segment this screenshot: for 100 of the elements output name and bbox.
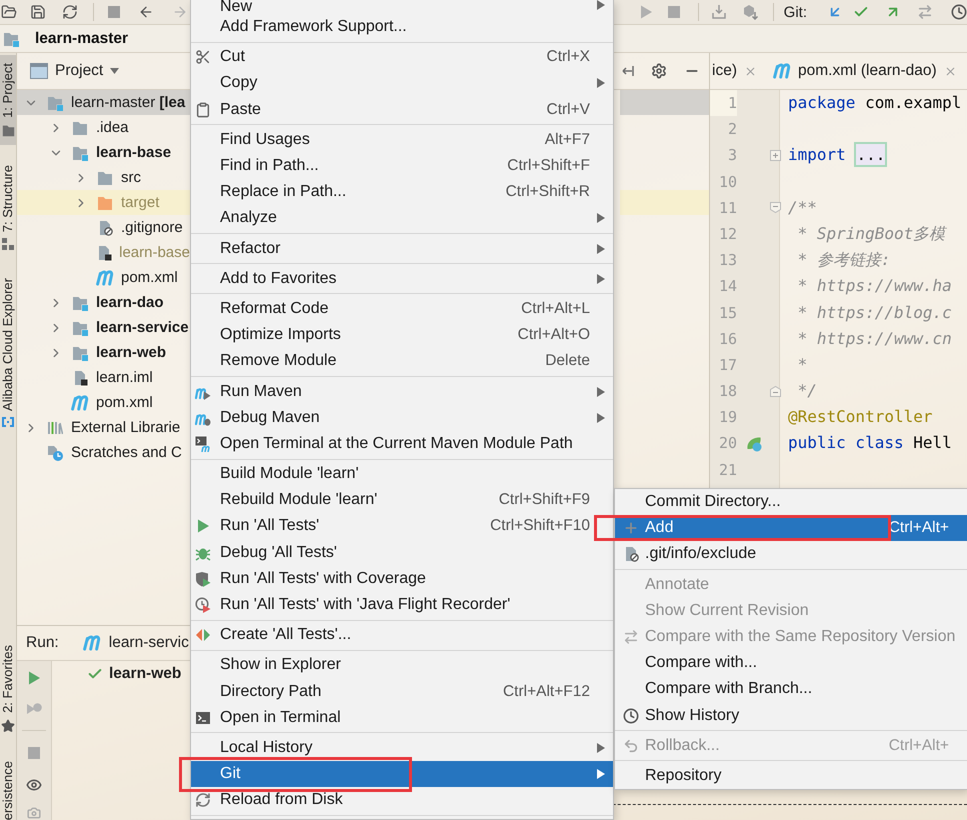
line-number: 13 bbox=[718, 250, 737, 272]
tree-item[interactable]: learn-service bbox=[17, 315, 190, 340]
tree-item[interactable]: Scratches and C bbox=[17, 440, 190, 465]
m-logo-icon bbox=[772, 62, 791, 80]
menu-item[interactable]: Rebuild Module 'learn' Ctrl+Shift+F9 bbox=[191, 487, 613, 514]
menu-item[interactable]: Find Usages Alt+F7 bbox=[191, 126, 613, 153]
clock-icon bbox=[623, 708, 639, 724]
module-folder-icon bbox=[47, 94, 63, 110]
view-selector[interactable]: Project bbox=[30, 62, 120, 80]
menu-item[interactable]: Show in Explorer bbox=[191, 652, 613, 678]
menu-item[interactable]: Remove Module Delete bbox=[191, 348, 613, 374]
menu-item[interactable]: New bbox=[191, 0, 613, 14]
clock-icon[interactable] bbox=[951, 4, 967, 20]
module-folder-icon bbox=[72, 144, 88, 160]
tray-arrow-icon[interactable] bbox=[710, 4, 727, 20]
breadcrumb-item[interactable]: learn-master bbox=[3, 30, 128, 48]
editor-tab[interactable]: pom.xml (learn-dao) bbox=[762, 53, 963, 89]
save-icon[interactable] bbox=[30, 4, 46, 20]
tool-window-tab[interactable]: 7: Structure bbox=[0, 156, 16, 258]
m-logo-icon bbox=[96, 268, 114, 286]
menu-item[interactable]: Compare with... bbox=[615, 650, 967, 676]
menu-item[interactable]: Open Terminal at the Current Maven Module Path bbox=[191, 430, 613, 457]
menu-item[interactable]: Git bbox=[191, 761, 613, 788]
shortcut-label: Ctrl+Alt+F12 bbox=[502, 682, 590, 701]
scratch-file-icon bbox=[47, 444, 63, 460]
project-view-icon bbox=[30, 63, 48, 79]
tree-item[interactable]: learn-web bbox=[17, 340, 190, 365]
tree-item[interactable]: pom.xml bbox=[17, 265, 190, 290]
settings-icon[interactable] bbox=[651, 63, 667, 79]
menu-item[interactable]: Directory Path Ctrl+Alt+F12 bbox=[191, 678, 613, 705]
open-folder-icon[interactable] bbox=[1, 4, 17, 20]
menu-item[interactable]: Run 'All Tests' with 'Java Flight Recorder' bbox=[191, 592, 613, 618]
menu-item[interactable]: Paste Ctrl+V bbox=[191, 96, 613, 123]
menu-item[interactable]: Reformat Code Ctrl+Alt+L bbox=[191, 296, 613, 322]
ignore-file-icon bbox=[97, 220, 113, 236]
menu-item[interactable]: Show History bbox=[615, 702, 967, 729]
tool-window-tab[interactable]: Alibaba Cloud Explorer bbox=[0, 270, 16, 436]
menu-item[interactable]: Find in Path... Ctrl+Shift+F bbox=[191, 152, 613, 180]
menu-item[interactable]: Optimize Imports Ctrl+Alt+O bbox=[191, 322, 613, 348]
editor-tab[interactable]: ice) bbox=[710, 53, 763, 89]
tool-window-tab[interactable]: 1: Project bbox=[0, 55, 16, 145]
shortcut-label: Ctrl+X bbox=[546, 48, 590, 66]
tree-item[interactable]: learn.iml bbox=[17, 365, 190, 390]
tree-item[interactable]: learn-dao bbox=[17, 290, 190, 315]
line-number: 16 bbox=[718, 328, 737, 350]
structure-icon bbox=[2, 238, 14, 250]
sync-icon[interactable] bbox=[62, 4, 78, 20]
menu-item[interactable]: Create 'All Tests'... bbox=[191, 622, 613, 648]
terminal-m-icon bbox=[195, 436, 211, 452]
eye-icon[interactable] bbox=[26, 777, 42, 793]
tree-item[interactable]: src bbox=[17, 165, 190, 190]
menu-item[interactable]: Add to Favorites bbox=[191, 266, 613, 292]
tree-item[interactable]: External Librarie bbox=[17, 415, 190, 440]
code-line: */ bbox=[796, 380, 818, 402]
menu-item[interactable]: Debug 'All Tests' bbox=[191, 540, 613, 566]
menu-item[interactable]: Repository bbox=[615, 762, 967, 790]
menu-item[interactable]: Local History bbox=[191, 734, 613, 762]
play-dot-icon[interactable] bbox=[26, 701, 42, 717]
menu-item[interactable]: Analyze bbox=[191, 205, 613, 232]
tool-window-tab[interactable]: 2: Favorites bbox=[0, 636, 16, 741]
menu-item[interactable]: Commit Directory... bbox=[615, 489, 967, 516]
shortcut-label: Ctrl+Alt+O bbox=[518, 326, 590, 344]
line-number: 14 bbox=[718, 276, 737, 298]
folder-icon bbox=[97, 170, 113, 186]
shortcut-label: Alt+F7 bbox=[544, 130, 590, 149]
menu-item[interactable]: Run 'All Tests' with Coverage bbox=[191, 566, 613, 592]
run-icon[interactable] bbox=[26, 670, 42, 686]
code-line: * https://blog.c bbox=[796, 302, 953, 324]
run-tab[interactable]: learn-servic bbox=[82, 634, 189, 652]
menu-item[interactable]: Build Module 'learn' bbox=[191, 461, 613, 488]
line-number: 11 bbox=[718, 198, 737, 219]
close-icon[interactable] bbox=[744, 64, 757, 78]
menu-item[interactable]: Run Maven bbox=[191, 378, 613, 405]
menu-item[interactable]: Reload from Disk bbox=[191, 787, 613, 814]
menu-item[interactable]: Refactor bbox=[191, 236, 613, 262]
test-result[interactable]: learn-web bbox=[87, 661, 182, 687]
menu-item[interactable]: .git/info/exclude bbox=[615, 541, 967, 568]
menu-item[interactable]: Run 'All Tests' Ctrl+Shift+F10 bbox=[191, 513, 613, 540]
line-number: 1 bbox=[710, 90, 737, 116]
tree-item[interactable]: .idea bbox=[17, 115, 190, 140]
module-folder-icon bbox=[72, 294, 88, 310]
menu-item[interactable]: Copy bbox=[191, 70, 613, 97]
tree-item[interactable]: learn-master [lea bbox=[17, 90, 190, 115]
tree-item[interactable]: .gitignore bbox=[17, 215, 190, 240]
shortcut-label: Ctrl+Shift+F9 bbox=[498, 491, 590, 510]
hexagon-arrow-icon[interactable] bbox=[742, 4, 759, 20]
square-icon[interactable] bbox=[106, 4, 122, 20]
tool-window-tab[interactable]: ersistence bbox=[0, 754, 16, 820]
menu-item[interactable]: Replace in Path... Ctrl+Shift+R bbox=[191, 179, 613, 206]
arrow-to-bar-icon[interactable] bbox=[622, 65, 634, 77]
menu-item[interactable]: Add Framework Support... bbox=[191, 14, 613, 40]
menu-item[interactable]: Cut Ctrl+X bbox=[191, 44, 613, 70]
menu-item[interactable]: Open in Terminal bbox=[191, 704, 613, 731]
menu-item[interactable]: Debug Maven bbox=[191, 404, 613, 431]
tree-item[interactable]: pom.xml bbox=[17, 390, 190, 415]
code-line: * bbox=[796, 354, 808, 376]
menu-item[interactable]: Compare with Branch... bbox=[615, 676, 967, 702]
module-folder-icon bbox=[72, 344, 88, 360]
close-icon[interactable] bbox=[944, 64, 957, 78]
tree-item[interactable]: learn-base bbox=[17, 140, 190, 165]
